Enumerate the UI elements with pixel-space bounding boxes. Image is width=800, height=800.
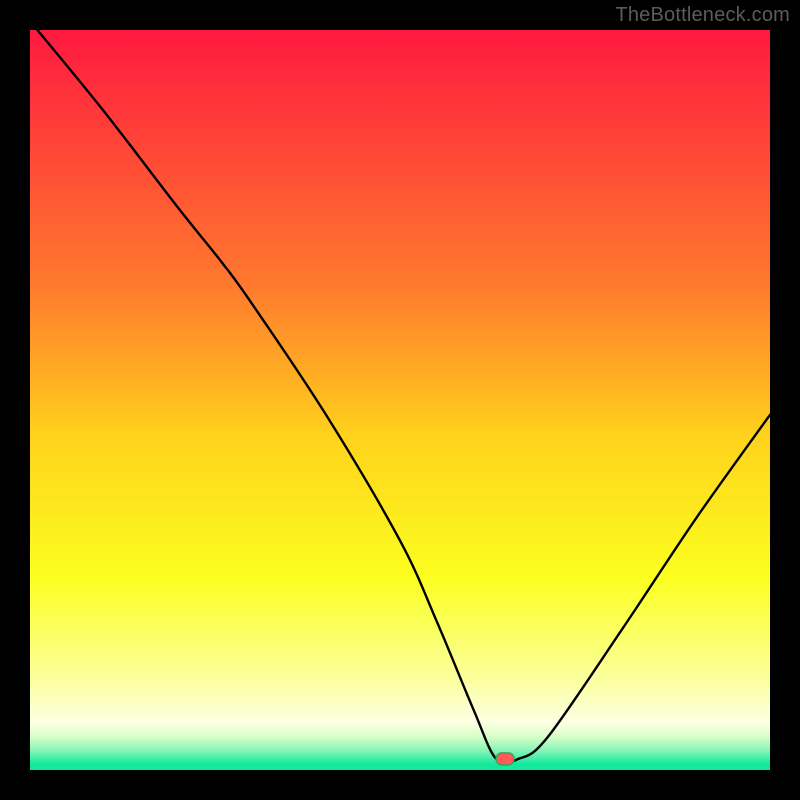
chart-container: TheBottleneck.com — [0, 0, 800, 800]
optimum-marker — [496, 753, 514, 765]
watermark-text: TheBottleneck.com — [615, 4, 790, 27]
plot-background — [30, 30, 770, 770]
bottleneck-chart — [0, 0, 800, 800]
